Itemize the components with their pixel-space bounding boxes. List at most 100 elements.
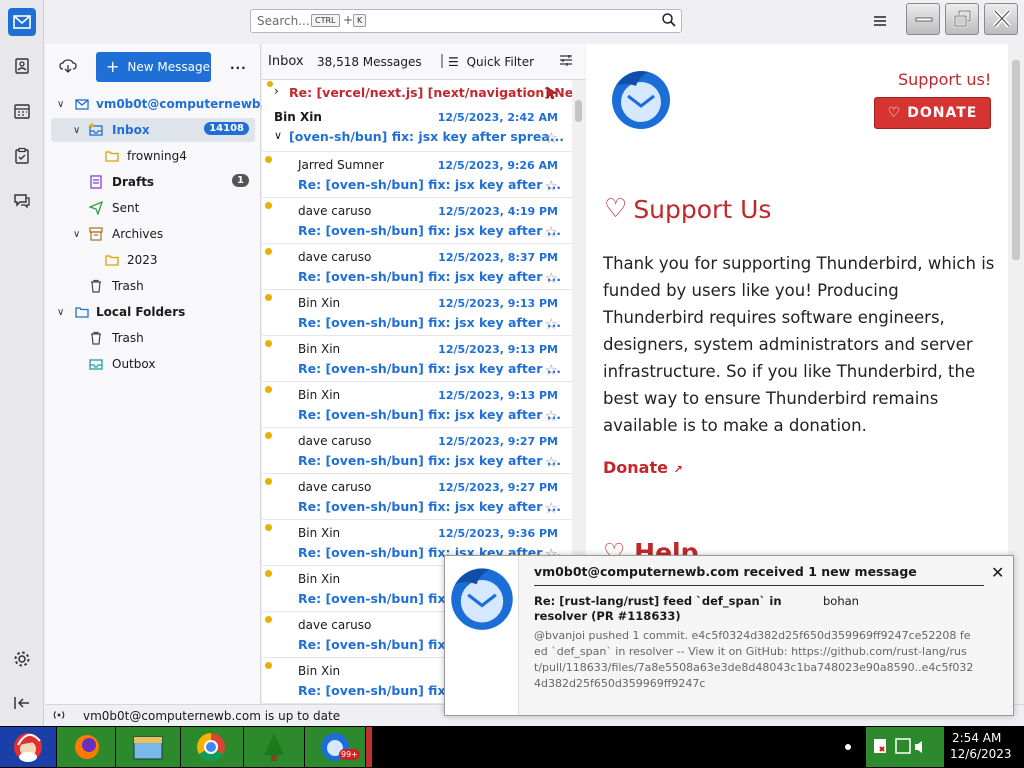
unread-dot bbox=[265, 616, 272, 623]
message-row[interactable]: dave caruso 12/5/2023, 9:27 PM Re: [oven-s… bbox=[262, 474, 572, 520]
scrollbar-thumb[interactable] bbox=[575, 100, 582, 122]
message-subject: Re: [oven-sh/bun] fix: jsx key after ... bbox=[298, 453, 562, 468]
calendar-icon[interactable] bbox=[8, 97, 36, 125]
message-from: Bin Xin bbox=[298, 526, 341, 540]
message-row[interactable]: Bin Xin 12/5/2023, 9:13 PM Re: [oven-sh/bu… bbox=[262, 290, 572, 336]
folder-local-folders[interactable]: ∨ Local Folders bbox=[51, 300, 255, 324]
support-title-text: Support Us bbox=[633, 194, 772, 224]
inbox-icon bbox=[89, 123, 103, 137]
message-subject: Re: [oven-sh/bun] fix: jsx key after ... bbox=[298, 223, 562, 238]
taskbar-tree-app[interactable] bbox=[244, 727, 304, 767]
star-icon[interactable]: ☆ bbox=[545, 453, 558, 471]
donate-button[interactable]: ♡ DONATE bbox=[874, 97, 991, 129]
message-date: 12/5/2023, 9:27 PM bbox=[438, 481, 558, 494]
quick-filter-separator bbox=[441, 54, 443, 68]
message-row[interactable]: dave caruso 12/5/2023, 9:27 PM Re: [oven-s… bbox=[262, 428, 572, 474]
star-icon[interactable]: ☆ bbox=[545, 361, 558, 379]
message-row-collapsed[interactable]: › Re: [vercel/next.js] [next/navigation]… bbox=[262, 80, 572, 104]
chevron-down-icon[interactable]: ∨ bbox=[73, 125, 80, 136]
star-icon[interactable]: ☆ bbox=[545, 269, 558, 287]
thread-display-options-icon[interactable] bbox=[558, 54, 574, 71]
chevron-down-icon[interactable]: ∨ bbox=[57, 99, 64, 110]
title-bar: Search... CTRL + K bbox=[44, 0, 1024, 44]
message-subject: Re: [oven-sh/bun] fix: jsx key after ... bbox=[298, 499, 562, 514]
folder-inbox[interactable]: ∨ Inbox 14108 bbox=[51, 118, 255, 142]
star-icon[interactable]: ☆ bbox=[545, 177, 558, 195]
notification-sender: bohan bbox=[823, 594, 859, 608]
search-icon[interactable] bbox=[661, 12, 677, 31]
folder-2023[interactable]: 2023 bbox=[51, 248, 255, 272]
message-date: 12/5/2023, 4:19 PM bbox=[438, 205, 558, 218]
more-options-button[interactable]: ... bbox=[230, 58, 247, 72]
taskbar-divider bbox=[366, 727, 372, 767]
chevron-down-icon[interactable]: ∨ bbox=[274, 129, 282, 142]
folder-drafts[interactable]: Drafts 1 bbox=[51, 170, 255, 194]
donate-link[interactable]: Donate ↗ bbox=[603, 458, 683, 477]
message-from: Bin Xin bbox=[298, 572, 341, 586]
message-subject: Re: [oven-sh/bun] fix: js bbox=[298, 683, 467, 698]
system-tray[interactable] bbox=[866, 727, 944, 767]
message-date: 12/5/2023, 9:27 PM bbox=[438, 435, 558, 448]
thread-pane-header: Inbox 38,518 Messages ☰ Quick Filter bbox=[262, 44, 585, 80]
chat-icon[interactable] bbox=[8, 187, 36, 215]
message-from: dave caruso bbox=[298, 480, 372, 494]
message-row[interactable]: Bin Xin 12/5/2023, 9:13 PM Re: [oven-sh/bu… bbox=[262, 336, 572, 382]
get-messages-icon[interactable] bbox=[59, 58, 77, 77]
close-icon[interactable]: ✕ bbox=[991, 563, 1004, 582]
heart-icon: ♡ bbox=[604, 194, 628, 224]
unread-dot bbox=[265, 478, 272, 485]
message-row[interactable]: Jarred Sumner 12/5/2023, 9:26 AM Re: [oven… bbox=[262, 152, 572, 198]
chevron-down-icon[interactable]: ∨ bbox=[57, 307, 64, 318]
folder-trash[interactable]: Trash bbox=[51, 274, 255, 298]
donate-link-text: Donate bbox=[603, 458, 668, 477]
address-book-icon[interactable] bbox=[8, 52, 36, 80]
chevron-down-icon[interactable]: ∨ bbox=[73, 229, 80, 240]
folder-account[interactable]: ∨ vm0b0t@computernewb... bbox=[51, 92, 274, 116]
donate-button-label: DONATE bbox=[907, 105, 978, 121]
star-icon[interactable]: ☆ bbox=[545, 129, 558, 147]
folder-label: Sent bbox=[112, 201, 140, 215]
message-row[interactable]: dave caruso 12/5/2023, 8:37 PM Re: [oven-s… bbox=[262, 244, 572, 290]
minimize-button[interactable] bbox=[906, 3, 940, 35]
tasks-icon[interactable] bbox=[8, 142, 36, 170]
scrollbar-thumb[interactable] bbox=[1012, 60, 1020, 260]
spaces-toolbar bbox=[0, 0, 44, 726]
folder-frowning4[interactable]: frowning4 bbox=[51, 144, 255, 168]
taskbar: 99+ 2:54 AM 12/6/2023 bbox=[0, 726, 1024, 768]
folder-outbox[interactable]: Outbox bbox=[51, 352, 255, 376]
restore-button[interactable] bbox=[945, 3, 979, 35]
taskbar-thunderbird[interactable]: 99+ bbox=[305, 727, 365, 767]
taskbar-explorer[interactable] bbox=[116, 727, 180, 767]
folder-archives[interactable]: ∨ Archives bbox=[51, 222, 255, 246]
filter-sliders-icon: ☰ bbox=[448, 55, 459, 69]
message-date: 12/5/2023, 2:42 AM bbox=[437, 111, 558, 124]
quick-filter-button[interactable]: ☰ Quick Filter bbox=[448, 55, 534, 69]
folder-local-trash[interactable]: Trash bbox=[51, 326, 255, 350]
star-icon[interactable]: ☆ bbox=[545, 407, 558, 425]
message-subject: Re: [vercel/next.js] [next/navigation] N… bbox=[289, 85, 572, 100]
activity-icon bbox=[51, 709, 67, 724]
new-mail-notification[interactable]: vm0b0t@computernewb.com received 1 new m… bbox=[444, 555, 1014, 716]
settings-gear-icon[interactable] bbox=[8, 645, 36, 673]
taskbar-chrome[interactable] bbox=[181, 727, 243, 767]
start-button[interactable] bbox=[0, 727, 56, 767]
mail-space-icon[interactable] bbox=[8, 8, 36, 36]
drafts-icon bbox=[89, 175, 103, 189]
account-mail-icon bbox=[75, 97, 89, 111]
close-window-button[interactable] bbox=[984, 3, 1018, 35]
taskbar-firefox[interactable] bbox=[57, 727, 115, 767]
app-menu-icon[interactable] bbox=[872, 13, 888, 29]
star-icon[interactable]: ☆ bbox=[545, 315, 558, 333]
search-placeholder: Search... bbox=[257, 14, 310, 28]
search-input[interactable]: Search... CTRL + K bbox=[250, 9, 682, 33]
collapse-spaces-icon[interactable] bbox=[8, 689, 36, 717]
star-icon[interactable]: ☆ bbox=[545, 499, 558, 517]
message-subject: Re: [oven-sh/bun] fix: js bbox=[298, 591, 467, 606]
message-row[interactable]: Bin Xin 12/5/2023, 9:13 PM Re: [oven-sh/bu… bbox=[262, 382, 572, 428]
thread-parent-row[interactable]: Bin Xin 12/5/2023, 2:42 AM ∨ [oven-sh/bu… bbox=[262, 104, 572, 152]
folder-sent[interactable]: Sent bbox=[51, 196, 255, 220]
message-row[interactable]: dave caruso 12/5/2023, 4:19 PM Re: [oven-s… bbox=[262, 198, 572, 244]
star-icon[interactable]: ☆ bbox=[545, 223, 558, 241]
chevron-right-icon[interactable]: › bbox=[274, 84, 279, 98]
new-message-button[interactable]: + New Message bbox=[96, 52, 211, 82]
